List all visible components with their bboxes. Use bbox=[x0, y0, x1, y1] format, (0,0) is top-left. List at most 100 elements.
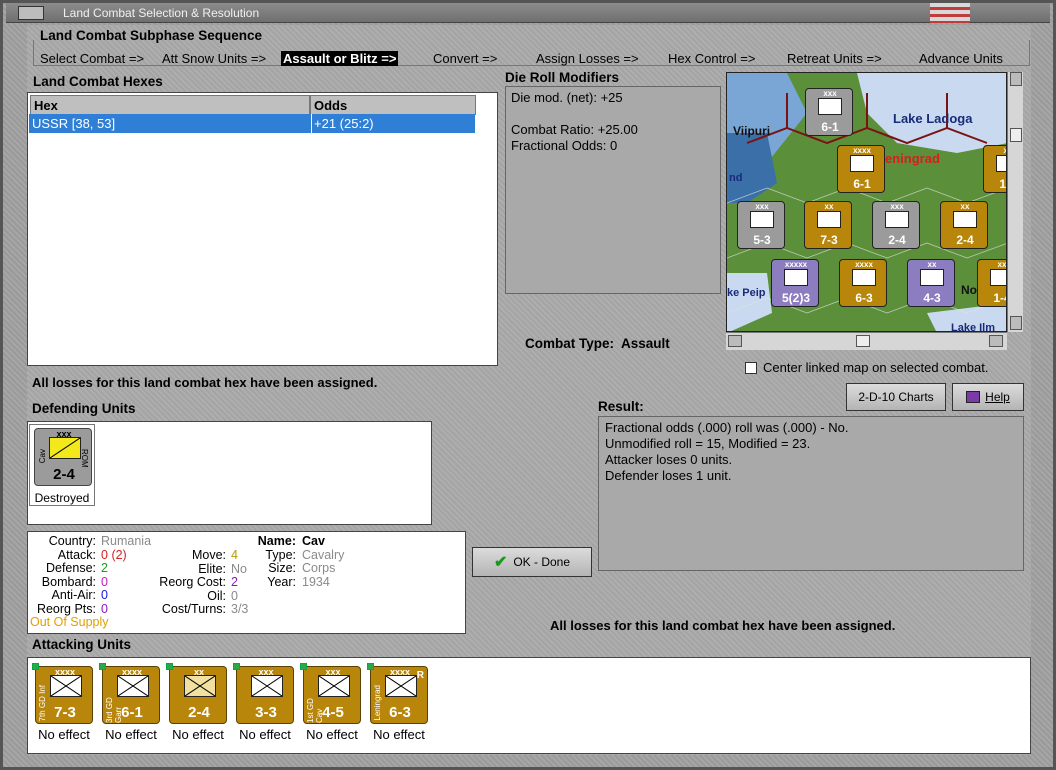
reserve-tag: R bbox=[416, 670, 424, 681]
map-counter-size: xx bbox=[824, 202, 834, 211]
combat-type-label: Combat Type: bbox=[525, 336, 615, 351]
help-button[interactable]: Help bbox=[952, 383, 1024, 411]
map-unit-counter[interactable]: xx 1-4 bbox=[977, 259, 1006, 307]
map-unit-symbol-icon bbox=[850, 155, 874, 172]
scroll-right-arrow-icon[interactable] bbox=[989, 335, 1003, 347]
defense-value: 2 bbox=[101, 561, 108, 575]
defending-unit-counter[interactable]: xxx Cav ROM 2-4 bbox=[34, 428, 92, 486]
die-mod-line: Die mod. (net): +25 bbox=[511, 90, 623, 105]
map-horizontal-scrollbar[interactable] bbox=[726, 332, 1007, 350]
attacking-unit-cell[interactable]: xxxx 7th GD Inf 7-3 No effect bbox=[31, 660, 97, 750]
attacking-unit-counter[interactable]: xx 2-4 bbox=[166, 663, 227, 724]
map-counter-strength: 5(2)3 bbox=[781, 291, 810, 305]
attacking-units-list: xxxx 7th GD Inf 7-3 No effect xxxx 3rd GD Gar… bbox=[29, 660, 1029, 752]
result-heading: Result: bbox=[598, 399, 644, 414]
step-advance-units: Advance Units bbox=[919, 51, 1003, 66]
column-hex[interactable]: Hex bbox=[30, 95, 310, 115]
unit-symbol-icon bbox=[50, 675, 82, 697]
center-map-checkbox[interactable] bbox=[745, 362, 757, 374]
nation-flag-icon bbox=[930, 3, 970, 23]
losses-message-bottom: All losses for this land combat hex have… bbox=[550, 618, 896, 633]
subphase-bar: Select Combat => Att Snow Units => Assau… bbox=[33, 40, 1030, 66]
map-unit-counter[interactable]: xxx 5-3 bbox=[737, 201, 785, 249]
attacking-unit-counter[interactable]: xxxx 7th GD Inf 7-3 bbox=[32, 663, 93, 724]
table-row[interactable]: USSR [38, 53] +21 (25:2) bbox=[29, 114, 475, 133]
elite-label: Elite: bbox=[198, 561, 226, 576]
title-bar[interactable]: Land Combat Selection & Resolution bbox=[6, 3, 1050, 23]
step-assign-losses: Assign Losses => bbox=[536, 51, 639, 66]
unit-details-box: Country: Attack: Defense: Bombard: Anti-… bbox=[27, 531, 466, 634]
attacking-unit-cell[interactable]: xxxx Leningrad R 6-3 No effect bbox=[366, 660, 432, 750]
attack-label: Attack: bbox=[57, 547, 96, 562]
attacking-unit-status: No effect bbox=[239, 727, 291, 742]
cavalry-symbol-icon bbox=[49, 437, 81, 459]
charts-button[interactable]: 2-D-10 Charts bbox=[846, 383, 946, 411]
map-unit-counter[interactable]: xxx 2-4 bbox=[872, 201, 920, 249]
attacking-unit-cell[interactable]: xxx 3-3 No effect bbox=[232, 660, 298, 750]
system-menu-button[interactable] bbox=[18, 6, 44, 20]
map-unit-counter[interactable]: xxxx 6-3 bbox=[839, 259, 887, 307]
hexes-scroll-track bbox=[476, 93, 496, 281]
mini-map[interactable]: Lake Ladoga Viipuri eningrad nd ke Peip … bbox=[726, 72, 1007, 332]
combat-type-value: Assault bbox=[621, 336, 670, 351]
unit-symbol-icon bbox=[318, 675, 350, 697]
attacking-unit-counter[interactable]: xxxx 3rd GD Garr 6-1 bbox=[99, 663, 160, 724]
ok-done-button[interactable]: ✔ OK - Done bbox=[472, 547, 592, 577]
combat-type: Combat Type: Assault bbox=[525, 336, 670, 351]
map-counter-strength: 2-4 bbox=[956, 233, 974, 247]
scroll-left-arrow-icon[interactable] bbox=[728, 335, 742, 347]
map-counter-size: xxx bbox=[890, 202, 904, 211]
map-unit-symbol-icon bbox=[818, 98, 842, 115]
vertical-scroll-thumb[interactable] bbox=[1010, 128, 1022, 142]
unit-symbol-icon bbox=[184, 675, 216, 697]
attacking-unit-cell[interactable]: xxx 1st GD Cav 4-5 No effect bbox=[299, 660, 365, 750]
defense-label: Defense: bbox=[45, 561, 96, 575]
defending-unit-cell[interactable]: xxx Cav ROM 2-4 Destroyed bbox=[29, 424, 95, 506]
map-unit-counter[interactable]: xx 7-3 bbox=[804, 201, 852, 249]
counter-strength: 6-1 bbox=[121, 704, 143, 721]
map-counter-size: xx bbox=[984, 146, 1006, 155]
map-counter-strength: 1-4 bbox=[993, 291, 1006, 305]
help-button-label: Help bbox=[985, 390, 1010, 404]
step-att-snow-units: Att Snow Units => bbox=[162, 51, 267, 66]
unit-symbol-icon bbox=[117, 675, 149, 697]
cost-turns-value: 3/3 bbox=[231, 602, 249, 616]
reorg-cost-label: Reorg Cost: bbox=[159, 575, 226, 589]
attacking-unit-counter[interactable]: xxxx Leningrad R 6-3 bbox=[367, 663, 428, 724]
map-counter-strength: 7-3 bbox=[820, 233, 838, 247]
map-unit-counter[interactable]: xxxx 6-1 bbox=[837, 145, 885, 193]
map-counter-size: xx bbox=[927, 260, 937, 269]
combat-ratio-line: Combat Ratio: +25.00 bbox=[511, 122, 638, 137]
counter-side-right: ROM bbox=[80, 449, 89, 468]
die-roll-heading: Die Roll Modifiers bbox=[505, 70, 620, 85]
map-unit-counter[interactable]: xxx 6-1 bbox=[805, 88, 853, 136]
bombard-label: Bombard: bbox=[41, 574, 96, 589]
result-line: Unmodified roll = 15, Modified = 23. bbox=[605, 436, 811, 451]
bombard-value: 0 bbox=[101, 574, 108, 589]
scroll-down-arrow-icon[interactable] bbox=[1010, 316, 1022, 330]
attacking-unit-cell[interactable]: xxxx 3rd GD Garr 6-1 No effect bbox=[98, 660, 164, 750]
map-vertical-scrollbar[interactable] bbox=[1007, 72, 1023, 332]
column-odds[interactable]: Odds bbox=[310, 95, 476, 115]
scroll-up-arrow-icon[interactable] bbox=[1010, 72, 1022, 86]
attacking-unit-counter[interactable]: xxx 1st GD Cav 4-5 bbox=[300, 663, 361, 724]
attacking-unit-status: No effect bbox=[373, 727, 425, 742]
hexes-listbox[interactable]: Hex Odds bbox=[27, 92, 498, 366]
horizontal-scroll-thumb[interactable] bbox=[856, 335, 870, 347]
size-value: Corps bbox=[302, 561, 336, 575]
attacking-unit-counter[interactable]: xxx 3-3 bbox=[233, 663, 294, 724]
year-label: Year: bbox=[267, 574, 296, 589]
antiair-value: 0 bbox=[101, 588, 108, 602]
attacking-unit-cell[interactable]: xx 2-4 No effect bbox=[165, 660, 231, 750]
window-title: Land Combat Selection & Resolution bbox=[63, 6, 260, 20]
result-line: Defender loses 1 unit. bbox=[605, 468, 732, 483]
map-unit-counter[interactable]: xxxxx 5(2)3 bbox=[771, 259, 819, 307]
country-label: Country: bbox=[48, 534, 96, 548]
step-convert: Convert => bbox=[433, 51, 498, 66]
map-unit-counter[interactable]: xx 1-3 bbox=[983, 145, 1006, 193]
step-assault-or-blitz: Assault or Blitz => bbox=[281, 51, 399, 66]
map-unit-counter[interactable]: xx 4-3 bbox=[907, 259, 955, 307]
reorg-pts-value: 0 bbox=[101, 601, 108, 616]
map-unit-symbol-icon bbox=[990, 269, 1006, 286]
map-unit-counter[interactable]: xx 2-4 bbox=[940, 201, 988, 249]
